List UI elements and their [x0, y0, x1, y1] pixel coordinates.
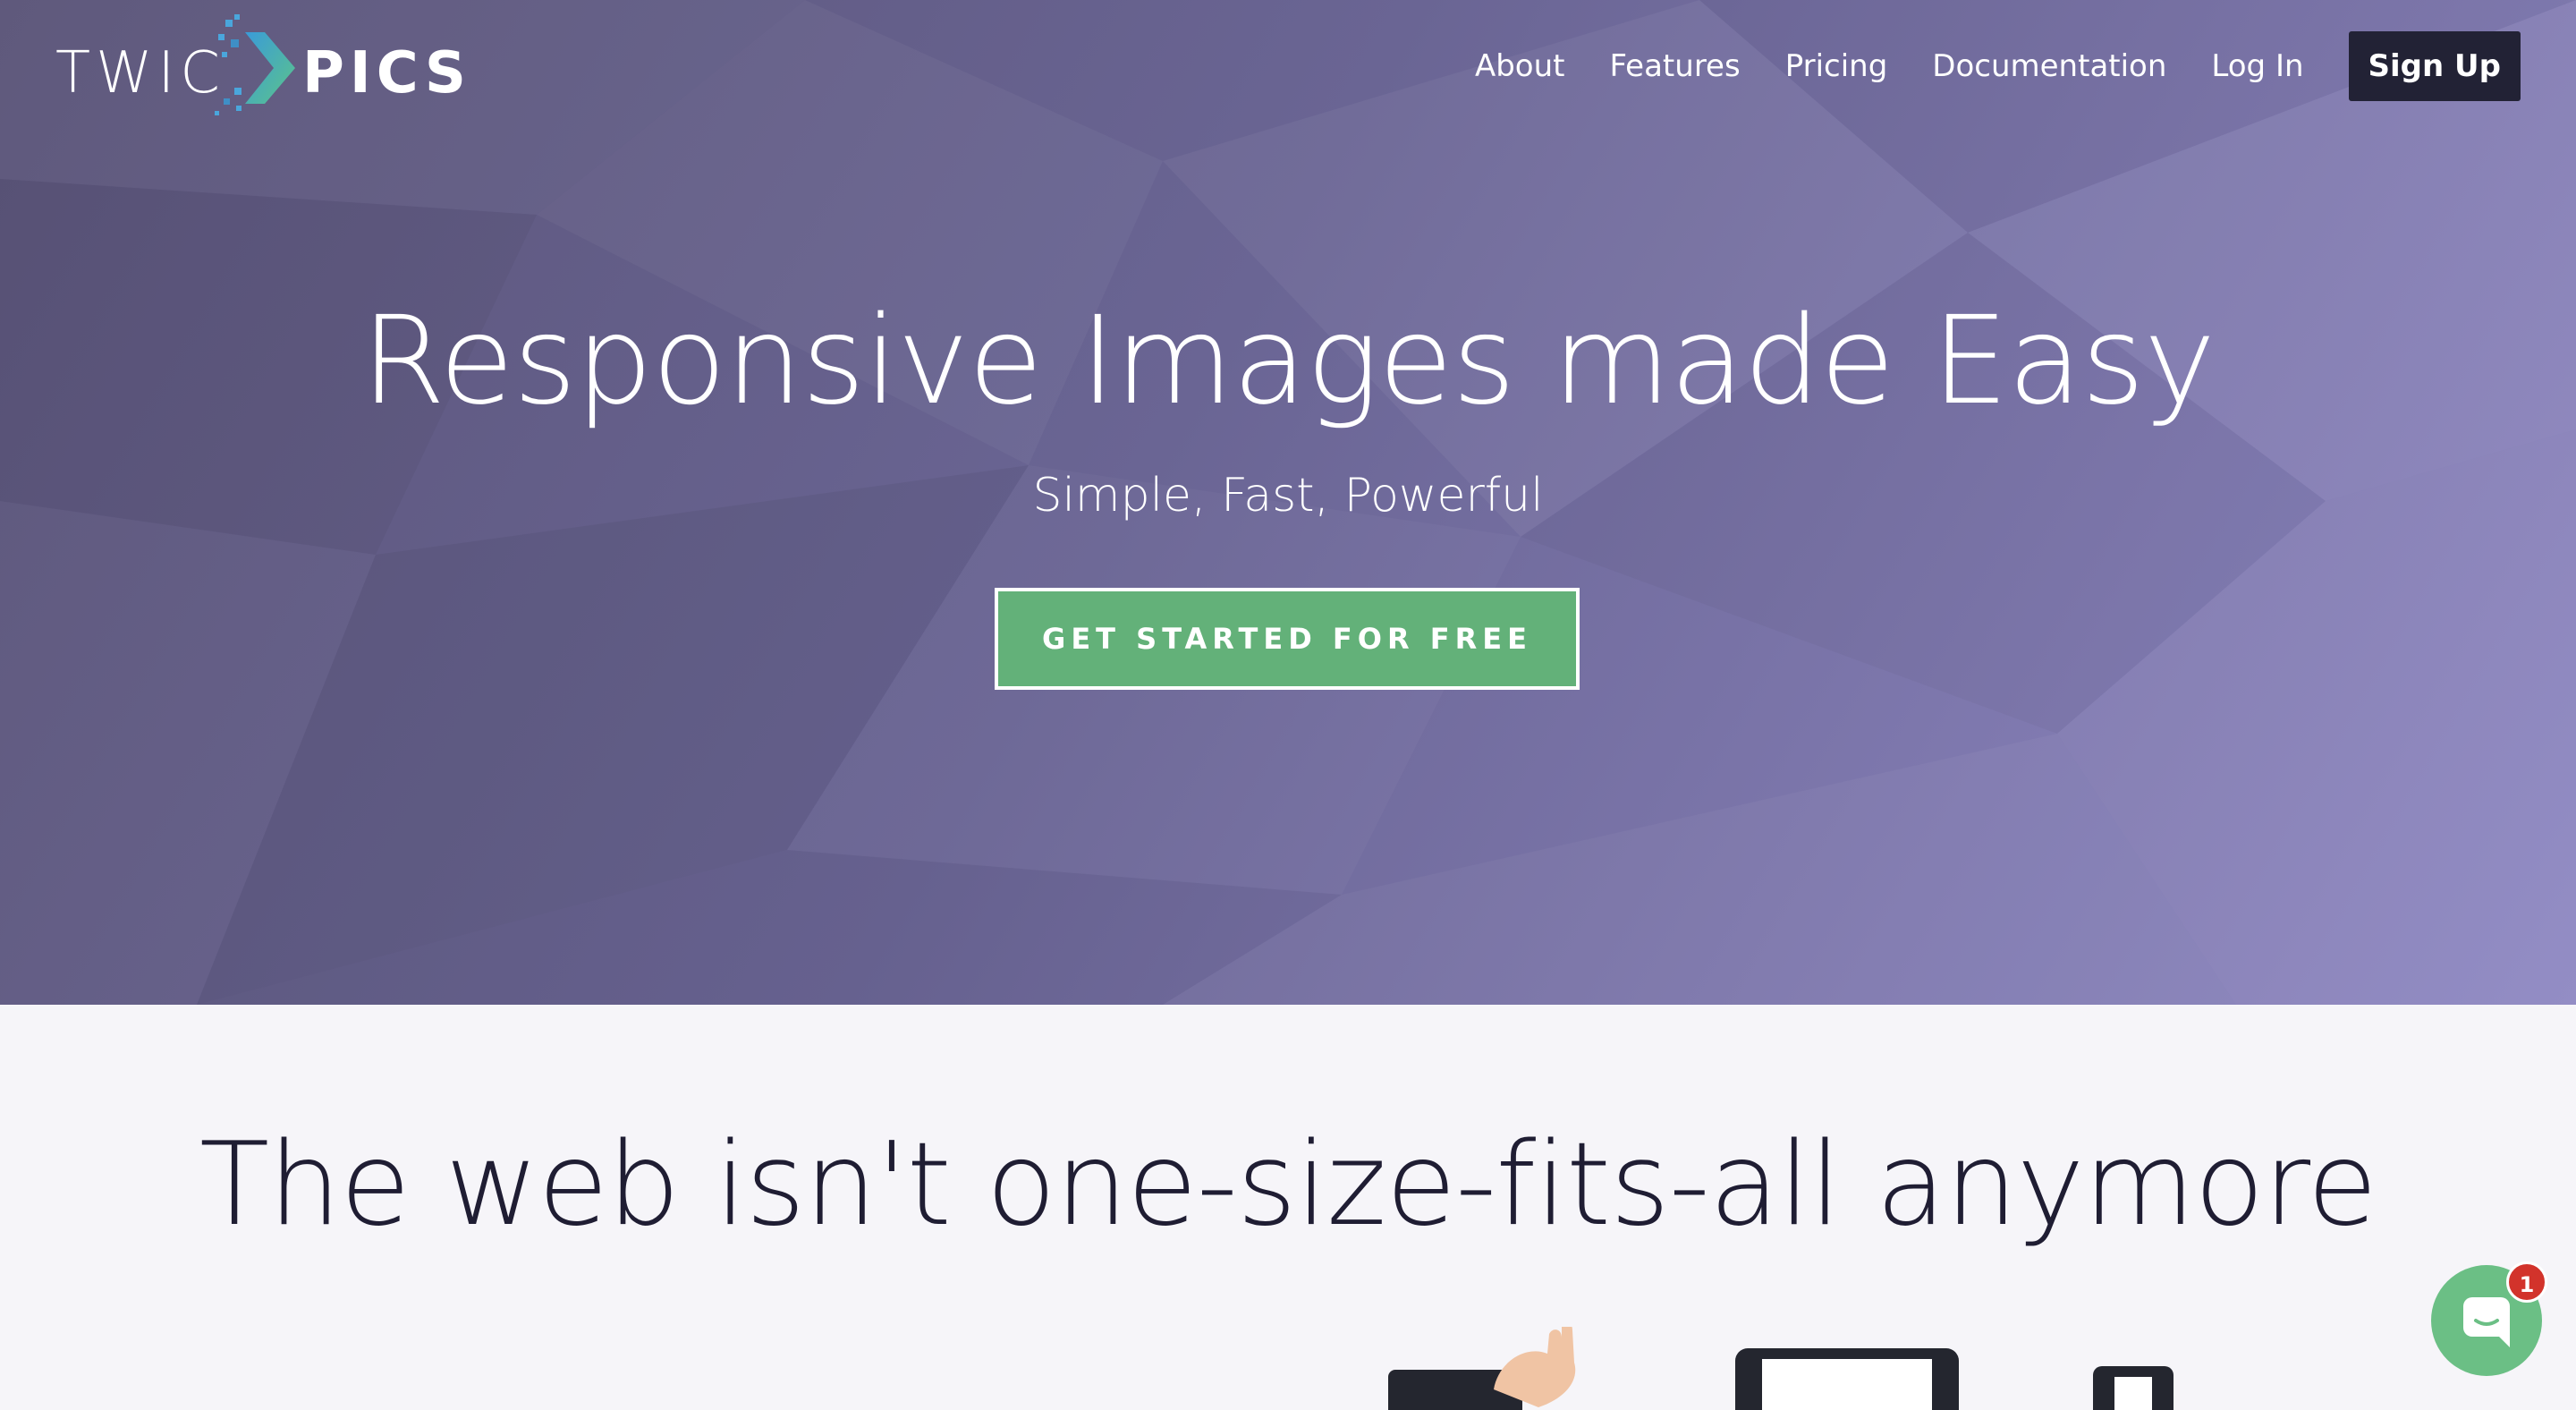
intro-section: The web isn't one-size-fits-all anymore — [0, 1005, 2576, 1410]
brand-logo-twic: TWIC — [55, 40, 225, 106]
chat-notification-badge: 1 — [2506, 1261, 2547, 1303]
section-title: The web isn't one-size-fits-all anymore — [199, 1118, 2377, 1252]
chat-bubble-icon — [2463, 1297, 2510, 1347]
nav-link-documentation[interactable]: Documentation — [1910, 30, 2189, 102]
signup-button[interactable]: Sign Up — [2348, 31, 2521, 101]
chevron-pixel-icon — [215, 14, 295, 115]
hero-title: Responsive Images made Easy — [360, 291, 2216, 432]
nav-link-login[interactable]: Log In — [2189, 30, 2326, 102]
hero-subtitle: Simple, Fast, Powerful — [1032, 469, 1544, 522]
brand-logo-pics: PICS — [302, 40, 471, 106]
hero-section: TWIC PICS About Features Pricing Documen… — [0, 0, 2576, 1005]
nav-link-about[interactable]: About — [1453, 30, 1588, 102]
nav-link-features[interactable]: Features — [1587, 30, 1762, 102]
brand-logo[interactable]: TWIC PICS — [55, 13, 466, 120]
get-started-button[interactable]: GET STARTED FOR FREE — [995, 588, 1580, 690]
top-navigation: About Features Pricing Documentation Log… — [1453, 30, 2521, 102]
nav-link-pricing[interactable]: Pricing — [1763, 30, 1911, 102]
devices-illustration — [1388, 1327, 2174, 1410]
